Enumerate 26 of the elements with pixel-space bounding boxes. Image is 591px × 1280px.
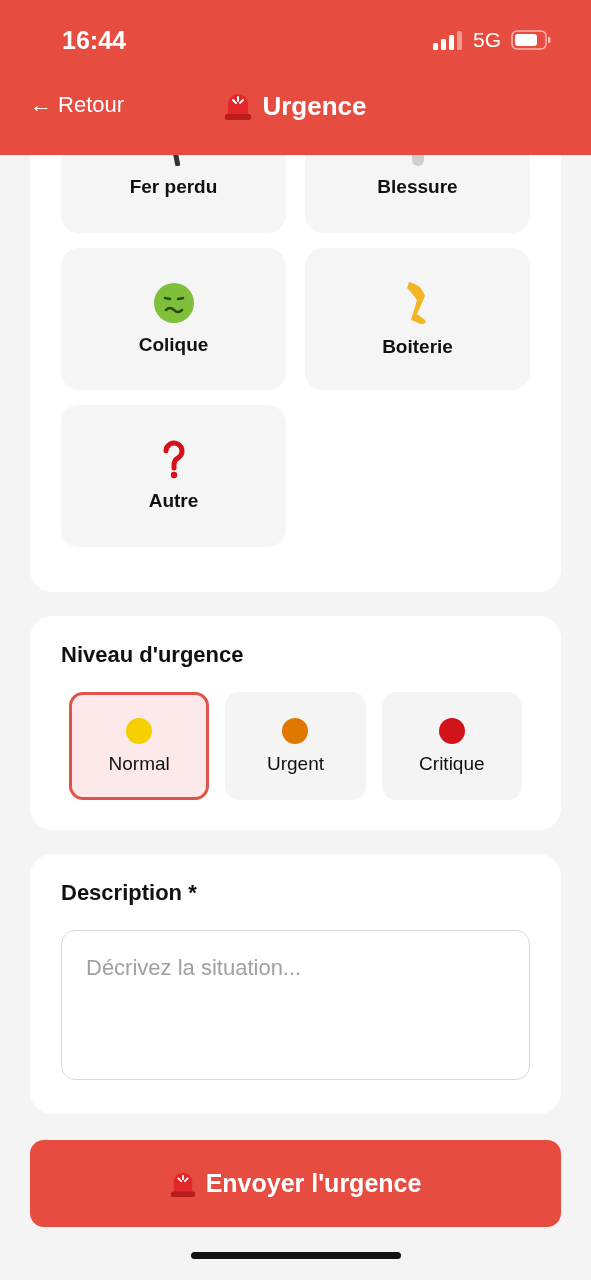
section-title: Description * — [61, 880, 198, 906]
siren-icon — [224, 91, 253, 121]
category-tile[interactable]: Autre — [61, 405, 286, 547]
section-title: Niveau d'urgence — [61, 642, 245, 668]
battery-icon — [511, 30, 551, 50]
description-field[interactable]: Décrivez la situation... — [61, 930, 530, 1080]
category-tile[interactable]: Blessure — [305, 155, 530, 233]
signal-icon — [433, 30, 463, 50]
network-label: 5G — [473, 28, 501, 52]
urgency-option[interactable]: Normal — [69, 692, 210, 800]
urgency-option[interactable]: Urgent — [225, 692, 366, 800]
submit-button[interactable]: Envoyer l'urgence — [30, 1140, 561, 1227]
screen-title: Urgence — [262, 90, 367, 122]
category-label: Colique — [138, 334, 209, 356]
category-label: Boiterie — [382, 336, 453, 358]
status-time: 16:44 — [62, 25, 126, 55]
category-tile[interactable]: Colique — [61, 248, 286, 390]
category-label: Fer perdu — [129, 176, 218, 198]
category-label: Blessure — [377, 176, 458, 198]
category-tile[interactable]: Boiterie — [305, 248, 530, 390]
question-mark-icon — [161, 440, 186, 480]
category-label: Autre — [148, 490, 199, 512]
nauseated-face-icon — [152, 282, 195, 324]
back-link[interactable]: ← Retour — [30, 92, 125, 118]
category-tile[interactable]: Fer perdu — [61, 155, 286, 233]
urgency-option[interactable]: Critique — [381, 692, 522, 800]
